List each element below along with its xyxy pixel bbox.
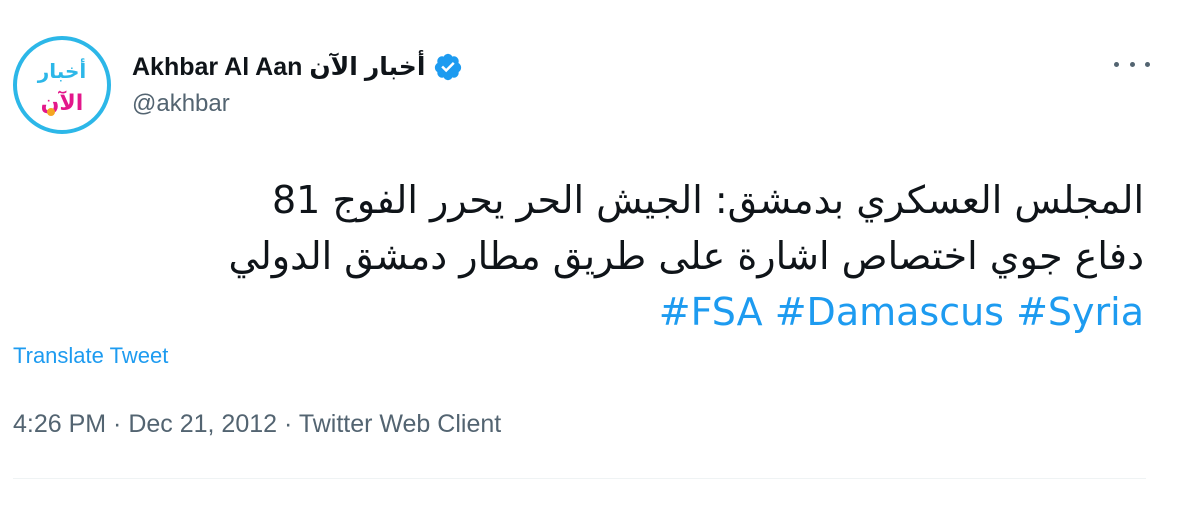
hashtag-fsa[interactable]: #FSA xyxy=(659,290,763,334)
display-name[interactable]: Akhbar Al Aan أخبار الآن xyxy=(132,52,425,82)
tweet-text-line-2: دفاع جوي اختصاص اشارة على طريق مطار دمشق… xyxy=(228,234,1144,278)
verified-badge-icon xyxy=(435,53,462,81)
name-row: Akhbar Al Aan أخبار الآن xyxy=(132,49,463,85)
translate-tweet-link[interactable]: Translate Tweet xyxy=(13,343,168,369)
meta-separator: · xyxy=(277,410,299,438)
hashtag-syria[interactable]: #Syria xyxy=(1016,290,1144,334)
hashtag-row: #FSA #Damascus #Syria xyxy=(24,284,1144,340)
avatar-text-top: أخبار xyxy=(37,57,86,83)
tweet-text: المجلس العسكري بدمشق: الجيش الحر يحرر ال… xyxy=(24,172,1144,340)
divider xyxy=(13,478,1146,479)
more-options-icon[interactable] xyxy=(1114,52,1150,76)
handle[interactable]: @akhbar xyxy=(132,90,230,118)
tweet-source-link[interactable]: Twitter Web Client xyxy=(299,410,501,438)
avatar[interactable]: أخبار الآن xyxy=(13,36,111,134)
tweet-time-link[interactable]: 4:26 PM xyxy=(13,410,106,438)
tweet-card: أخبار الآن Akhbar Al Aan أخبار الآن @akh… xyxy=(0,0,1192,516)
hashtag-damascus[interactable]: #Damascus xyxy=(775,290,1004,334)
tweet-text-line-1: المجلس العسكري بدمشق: الجيش الحر يحرر ال… xyxy=(271,178,1144,222)
tweet-meta: 4:26 PM · Dec 21, 2012 · Twitter Web Cli… xyxy=(13,410,501,439)
avatar-logo: أخبار الآن xyxy=(37,57,86,116)
meta-separator: · xyxy=(106,410,129,438)
tweet-date-link[interactable]: Dec 21, 2012 xyxy=(128,410,277,438)
